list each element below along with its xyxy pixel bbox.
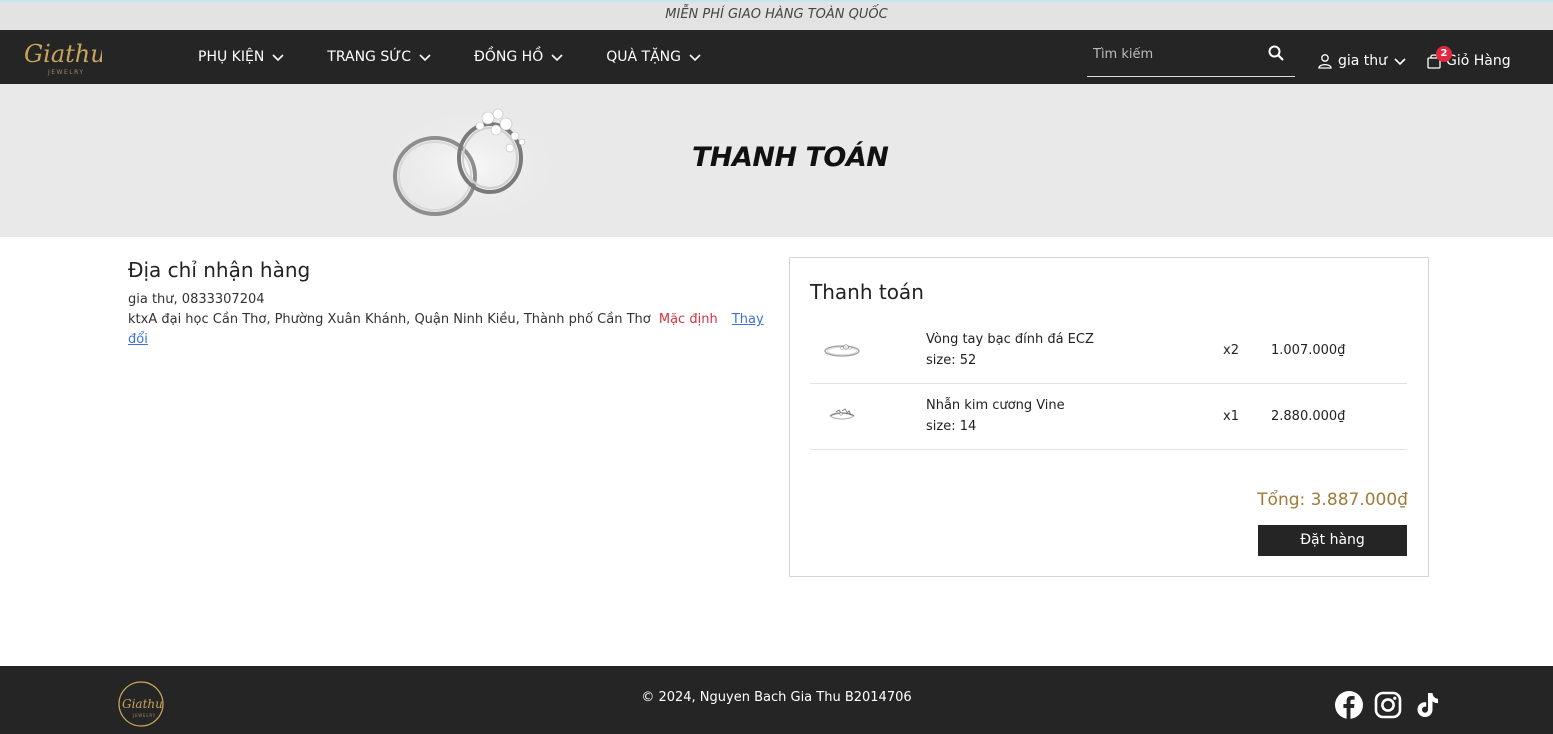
item-size: size: 52 bbox=[926, 353, 977, 368]
facebook-icon[interactable] bbox=[1334, 690, 1364, 720]
account-name: gia thư bbox=[1338, 53, 1388, 69]
site-footer: Giathu JEWELRY © 2024, Nguyen Bach Gia T… bbox=[0, 666, 1553, 734]
nav-item-label: PHỤ KIỆN bbox=[198, 49, 265, 65]
address-street: ktxA đại học Cần Thơ, Phường Xuân Khánh,… bbox=[128, 312, 651, 327]
item-size: size: 14 bbox=[926, 419, 977, 434]
social-links bbox=[1334, 690, 1451, 720]
cart-button[interactable]: 2 Giỏ Hàng bbox=[1426, 46, 1511, 69]
search-box bbox=[1087, 38, 1295, 77]
nav-item-qua-tang[interactable]: QUÀ TẶNG bbox=[606, 49, 702, 65]
chevron-down-icon bbox=[419, 54, 431, 62]
shipping-address-section: Địa chỉ nhận hàng gia thư, 0833307204 kt… bbox=[128, 258, 768, 350]
wedding-rings-image bbox=[375, 106, 565, 226]
nav-item-trang-suc[interactable]: TRANG SỨC bbox=[327, 49, 432, 65]
address-detail: ktxA đại học Cần Thơ, Phường Xuân Khánh,… bbox=[128, 310, 768, 350]
nav-menu: PHỤ KIỆN TRANG SỨC ĐỒNG HỒ QUÀ TẶNG bbox=[198, 30, 744, 84]
item-price: 2.880.000₫ bbox=[1271, 409, 1346, 424]
chevron-down-icon bbox=[1394, 58, 1406, 66]
tiktok-icon[interactable] bbox=[1412, 690, 1442, 720]
item-name: Nhẫn kim cương Vine bbox=[926, 398, 1065, 413]
order-total: Tổng: 3.887.000₫ bbox=[1257, 490, 1408, 510]
chevron-down-icon bbox=[689, 54, 701, 62]
checkout-panel: Thanh toán Vòng tay bạc đính đá ECZ size… bbox=[789, 257, 1429, 577]
order-item: Vòng tay bạc đính đá ECZ size: 52 x2 1.0… bbox=[810, 318, 1407, 384]
address-heading: Địa chỉ nhận hàng bbox=[128, 258, 311, 282]
item-quantity: x2 bbox=[1223, 343, 1239, 358]
checkout-heading: Thanh toán bbox=[810, 280, 924, 304]
item-name: Vòng tay bạc đính đá ECZ bbox=[926, 332, 1094, 347]
main-navbar: Giathu JEWELRY PHỤ KIỆN TRANG SỨC ĐỒNG H… bbox=[0, 30, 1553, 84]
instagram-icon[interactable] bbox=[1373, 690, 1403, 720]
user-icon bbox=[1318, 54, 1332, 69]
page-banner: THANH TOÁN bbox=[0, 84, 1553, 237]
logo-sub-text: JEWELRY bbox=[47, 69, 85, 76]
footer-logo-sub-text: JEWELRY bbox=[132, 713, 156, 718]
logo-script-text: Giathu bbox=[24, 40, 102, 68]
bracelet-thumbnail bbox=[824, 344, 860, 357]
address-contact: gia thư, 0833307204 bbox=[128, 292, 265, 307]
brand-logo[interactable]: Giathu JEWELRY bbox=[22, 36, 102, 78]
copyright-text: © 2024, Nguyen Bach Gia Thu B2014706 bbox=[641, 690, 912, 705]
nav-item-label: TRANG SỨC bbox=[327, 49, 412, 65]
promo-text: MIỄN PHÍ GIAO HÀNG TOÀN QUỐC bbox=[665, 7, 888, 22]
nav-item-label: ĐỒNG HỒ bbox=[474, 49, 544, 65]
nav-item-phu-kien[interactable]: PHỤ KIỆN bbox=[198, 49, 285, 65]
cart-count-badge: 2 bbox=[1436, 46, 1452, 62]
place-order-button[interactable]: Đặt hàng bbox=[1258, 525, 1407, 556]
item-quantity: x1 bbox=[1223, 409, 1239, 424]
item-price: 1.007.000₫ bbox=[1271, 343, 1346, 358]
search-input[interactable] bbox=[1093, 43, 1253, 65]
nav-item-label: QUÀ TẶNG bbox=[606, 49, 681, 65]
default-address-label: Mặc định bbox=[658, 312, 718, 327]
search-icon[interactable] bbox=[1267, 44, 1285, 62]
chevron-down-icon bbox=[551, 54, 563, 62]
page-title: THANH TOÁN bbox=[692, 142, 889, 173]
cart-label: Giỏ Hàng bbox=[1446, 53, 1511, 69]
nav-item-dong-ho[interactable]: ĐỒNG HỒ bbox=[474, 49, 564, 65]
promo-bar: MIỄN PHÍ GIAO HÀNG TOÀN QUỐC bbox=[0, 0, 1553, 30]
chevron-down-icon bbox=[272, 54, 284, 62]
ring-thumbnail bbox=[829, 408, 855, 420]
order-item: Nhẫn kim cương Vine size: 14 x1 2.880.00… bbox=[810, 384, 1407, 450]
account-menu[interactable]: gia thư bbox=[1317, 53, 1412, 69]
